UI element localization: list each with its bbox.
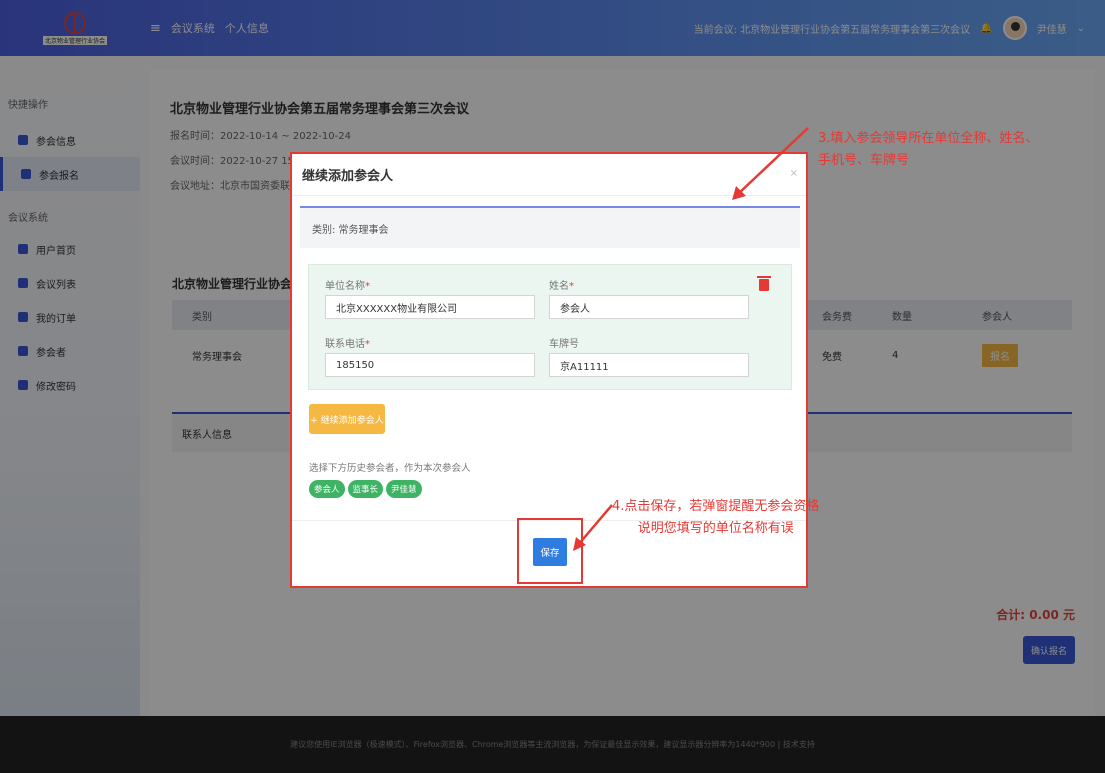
annotation-step3: 3.填入参会领导所在单位全称、姓名、 手机号、车牌号 <box>818 128 1038 172</box>
annotation-step4-line2: 说明您填写的单位名称有误 <box>637 521 794 536</box>
annotation-step3-line1: 3.填入参会领导所在单位全称、姓名、 <box>818 131 1039 146</box>
arrow-step3 <box>737 127 809 195</box>
annotation-step4: 4.点击保存，若弹窗提醒无参会资格 说明您填写的单位名称有误 <box>612 496 819 540</box>
annotation-step4-line1: 4.点击保存，若弹窗提醒无参会资格 <box>612 499 820 514</box>
arrow-step4 <box>577 504 613 546</box>
annotation-arrows <box>573 127 809 551</box>
annotation-step3-line2: 手机号、车牌号 <box>818 153 910 168</box>
